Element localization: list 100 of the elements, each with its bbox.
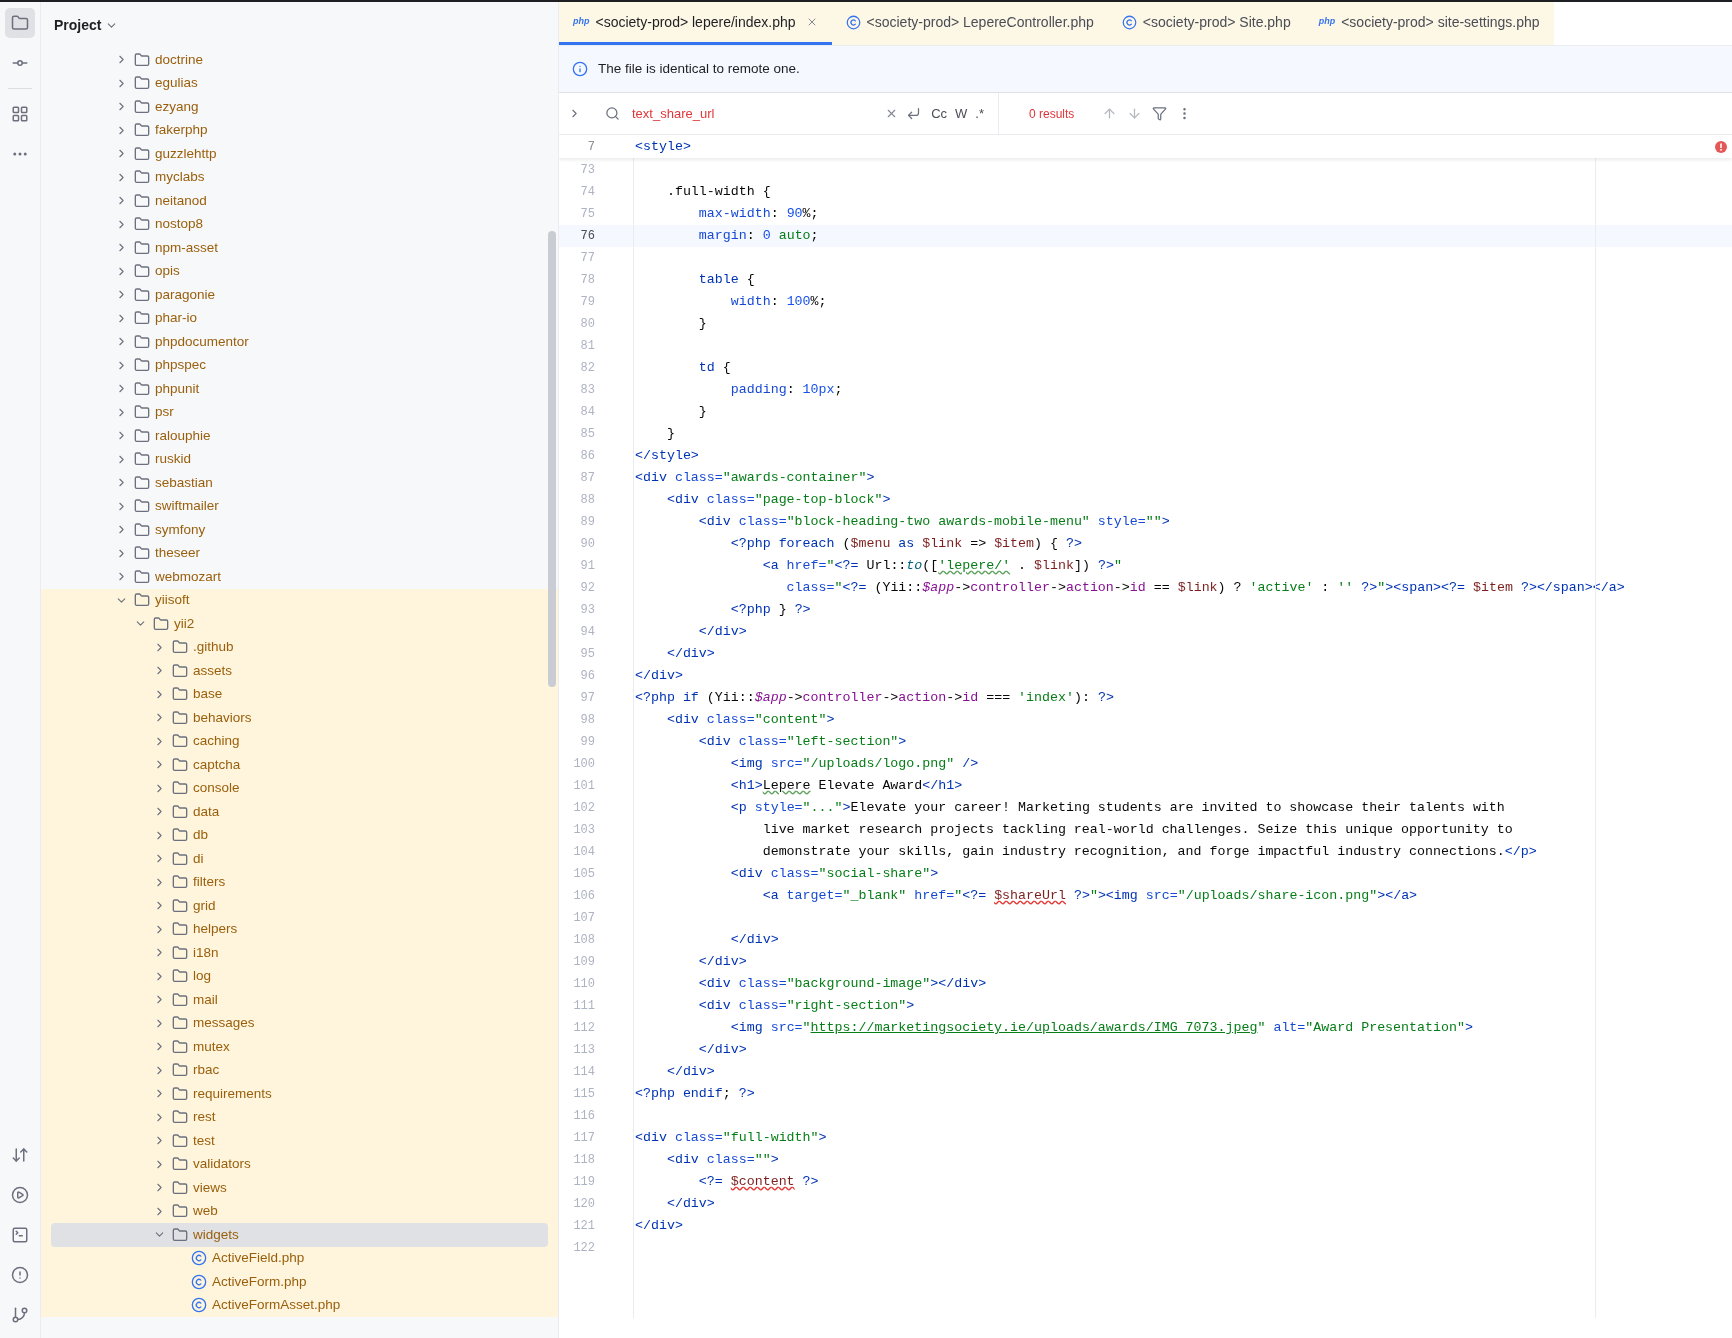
newline-icon[interactable] [906, 106, 922, 121]
folder-icon [134, 427, 150, 444]
tree-item[interactable]: ralouphie [51, 424, 548, 448]
line-number: 98 [579, 712, 596, 729]
editor-tab[interactable]: <society-prod> LepereController.php [831, 2, 1108, 45]
line-number: 110 [572, 976, 596, 993]
tree-item[interactable]: ezyang [51, 95, 548, 119]
terminal-icon[interactable] [11, 1226, 29, 1244]
code-line: .full-width { [666, 183, 771, 202]
code-line: <div class="background-image"></div> [698, 975, 987, 994]
folder-icon [172, 1109, 188, 1126]
code-line: <div class="left-section"> [698, 733, 907, 752]
folder-icon [172, 968, 188, 985]
folder-icon [172, 709, 188, 726]
tree-item[interactable]: paragonie [51, 283, 548, 307]
panel-title[interactable]: Project [54, 14, 102, 36]
tree-item[interactable]: phpspec [51, 353, 548, 377]
code-line: </style> [635, 447, 699, 466]
arrows-up-down-icon[interactable] [11, 1146, 29, 1164]
code-line: } [698, 315, 707, 334]
folder-icon [172, 874, 188, 891]
folder-icon [153, 615, 169, 632]
search-option[interactable]: W [951, 102, 972, 125]
line-number: 106 [572, 888, 596, 905]
folder-icon [134, 333, 150, 350]
folder-icon [134, 51, 150, 68]
line-number: 103 [572, 822, 596, 839]
error-icon[interactable] [1715, 140, 1727, 153]
tree-item[interactable]: npm-asset [51, 236, 548, 260]
line-number: 113 [572, 1042, 596, 1059]
line-number: 87 [579, 470, 596, 487]
code-line: <p style="...">Elevate your career! Marketing students are invited to showcase their talents with [730, 799, 1505, 818]
tree-item[interactable]: fakerphp [51, 118, 548, 142]
alert-icon[interactable] [11, 1266, 29, 1284]
search-option[interactable]: .* [971, 102, 988, 125]
tree-item[interactable]: swiftmailer [51, 494, 548, 518]
tree-item[interactable]: ruskid [51, 447, 548, 471]
info-icon [572, 61, 588, 77]
line-number: 118 [572, 1152, 596, 1169]
php-file-icon: php [1318, 15, 1336, 29]
code-line: </div> [730, 931, 779, 950]
folder-icon [134, 380, 150, 397]
code-line: <div class=""> [666, 1151, 779, 1170]
line-number: 105 [572, 866, 596, 883]
folder-icon [172, 1062, 188, 1079]
code-line: </div> [666, 1063, 715, 1082]
code-line: td { [698, 359, 731, 378]
tree-item[interactable]: neitanod [51, 189, 548, 213]
tree-item[interactable]: phpdocumentor [51, 330, 548, 354]
tree-item[interactable]: opis [51, 259, 548, 283]
folder-icon[interactable] [11, 14, 29, 32]
code-line: <?php if (Yii::$app->controller->action->id === 'index'): ?> [635, 689, 1114, 708]
folder-icon [134, 216, 150, 233]
line-number: 7 [586, 138, 596, 156]
line-number: 94 [579, 624, 596, 641]
folder-icon [172, 827, 188, 844]
folder-icon [172, 1156, 188, 1173]
tree-item[interactable]: webmozart [51, 565, 548, 589]
tree-item[interactable]: guzzlehttp [51, 142, 548, 166]
code-line: live market research projects tackling real-world challenges. Seize this unique opportunity to [762, 821, 1513, 840]
code-line: <h1>Lepere Elevate Award</h1> [730, 777, 963, 796]
search-field[interactable]: text_share_url Cc W .* [589, 93, 999, 134]
line-number: 74 [579, 184, 596, 201]
tree-item[interactable]: widgets [51, 1223, 548, 1247]
line-number: 85 [579, 426, 596, 443]
play-icon[interactable] [11, 1186, 29, 1204]
line-number: 89 [579, 514, 596, 531]
code-line: } [698, 403, 707, 422]
line-number: 104 [572, 844, 596, 861]
tree-item[interactable]: theseer [51, 541, 548, 565]
scrollbar-thumb[interactable] [548, 231, 556, 687]
line-number: 107 [572, 910, 596, 927]
structure-icon[interactable] [11, 105, 29, 123]
tree-item[interactable]: egulias [51, 71, 548, 95]
editor-tab[interactable]: php <society-prod> site-settings.php [1304, 2, 1554, 45]
folder-icon [134, 498, 150, 515]
line-number: 117 [572, 1130, 596, 1147]
code-line: <?= $content ?> [698, 1173, 819, 1192]
tree-item[interactable]: sebastian [51, 471, 548, 495]
tree-item[interactable]: symfony [51, 518, 548, 542]
line-number: 95 [579, 646, 596, 663]
editor-tab[interactable]: <society-prod> Site.php [1107, 2, 1305, 45]
tree-item[interactable]: phpunit [51, 377, 548, 401]
search-icon[interactable] [605, 106, 620, 121]
tree-item[interactable]: myclabs [51, 165, 548, 189]
branch-icon[interactable] [11, 1306, 29, 1324]
arrow-down-icon[interactable] [1127, 106, 1143, 121]
line-number: 82 [579, 360, 596, 377]
tree-item[interactable]: phar-io [51, 306, 548, 330]
search-option[interactable]: Cc [927, 102, 952, 125]
tree-item[interactable]: psr [51, 400, 548, 424]
line-number: 78 [579, 272, 596, 289]
folder-icon [134, 592, 150, 609]
folder-icon [172, 921, 188, 938]
filter-icon[interactable] [1152, 106, 1168, 121]
folder-icon [172, 1015, 188, 1032]
tree-item[interactable]: nostop8 [51, 212, 548, 236]
folder-icon [134, 192, 150, 209]
line-number: 115 [572, 1086, 596, 1103]
tree-item[interactable]: doctrine [51, 48, 548, 72]
